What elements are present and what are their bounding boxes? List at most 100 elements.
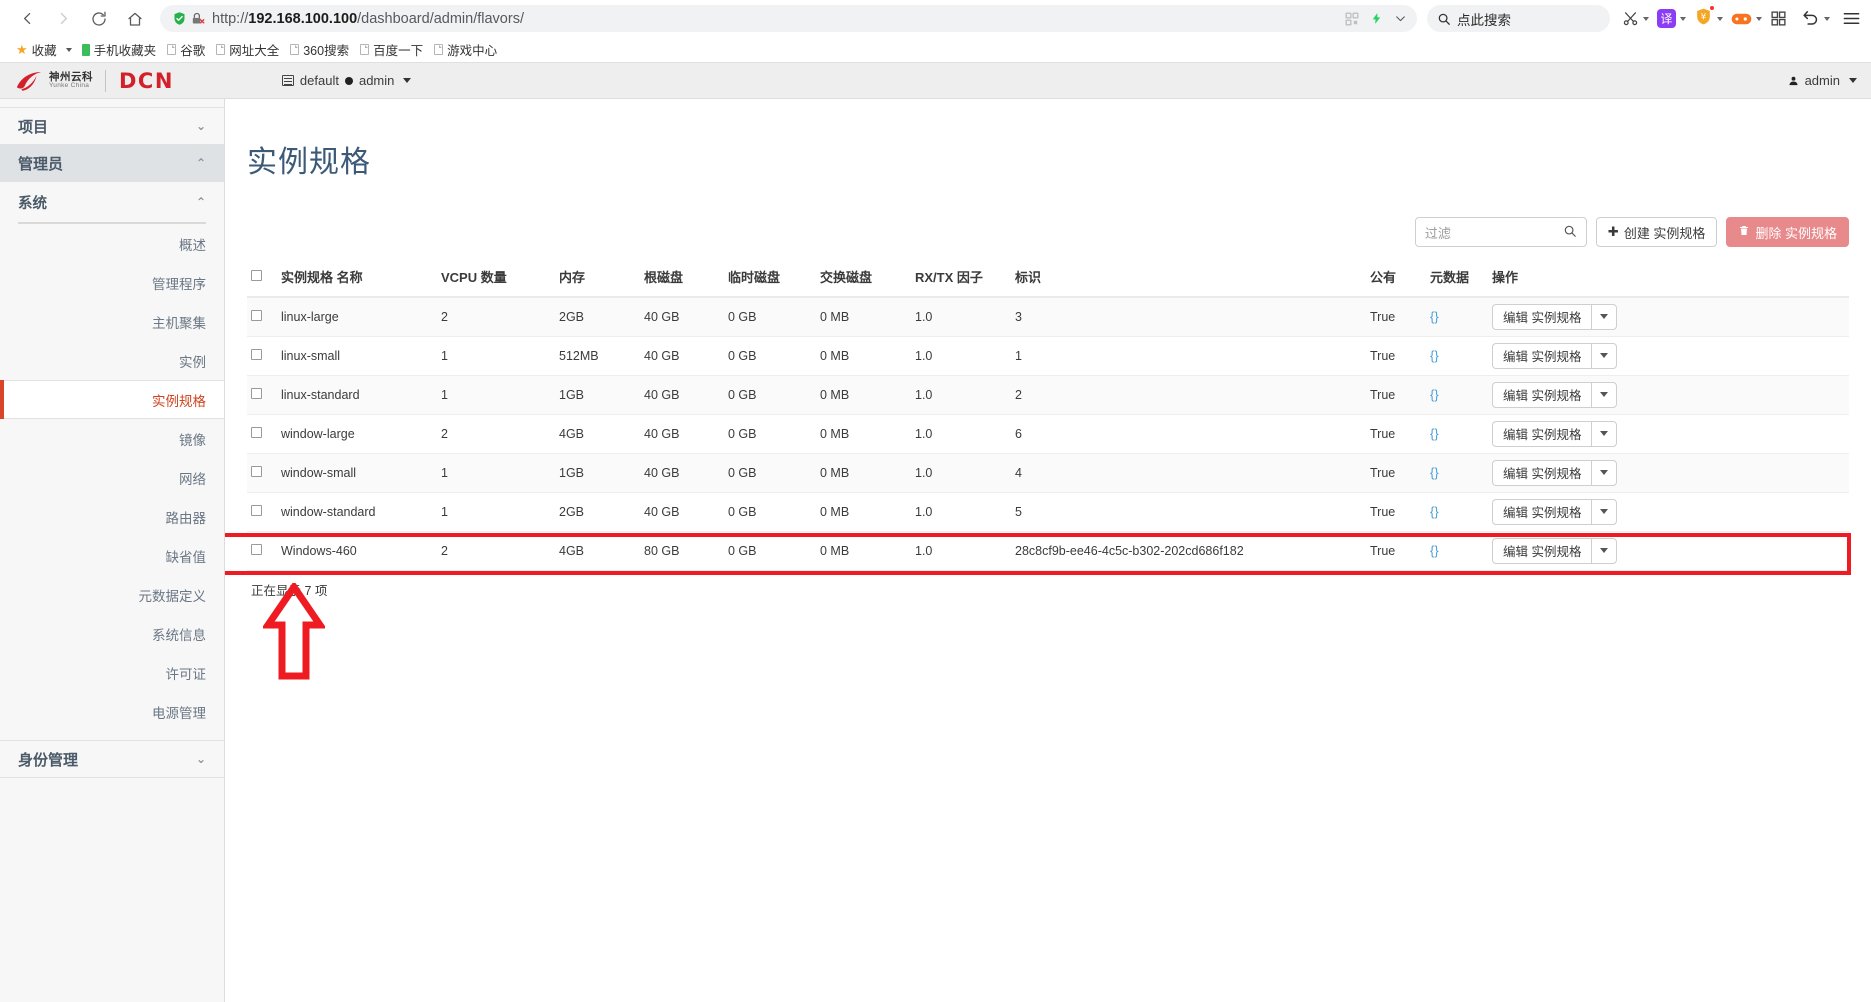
cell-metadata[interactable]: {}	[1426, 492, 1488, 532]
cell-metadata[interactable]: {}	[1426, 297, 1488, 337]
table-row[interactable]: linux-large 2 2GB 40 GB 0 GB 0 MB 1.0 3 …	[247, 297, 1850, 337]
row-actions-dropdown-button[interactable]	[1591, 303, 1618, 330]
column-header-name[interactable]: 实例规格 名称	[277, 259, 437, 299]
chevron-down-icon[interactable]	[65, 47, 72, 52]
game-extension[interactable]	[1725, 4, 1764, 34]
sidebar-group-identity[interactable]: 身份管理 ⌄	[0, 740, 224, 778]
edit-flavor-button[interactable]: 编辑 实例规格	[1492, 342, 1592, 369]
translate-extension[interactable]: 译	[1651, 4, 1688, 34]
row-checkbox[interactable]	[251, 309, 262, 321]
home-button[interactable]	[118, 4, 152, 34]
forward-button[interactable]	[46, 4, 80, 34]
row-actions-dropdown-button[interactable]	[1591, 381, 1618, 408]
apps-grid-button[interactable]	[1764, 4, 1795, 34]
column-header-id[interactable]: 标识	[1011, 259, 1366, 299]
sidebar-group-project[interactable]: 项目 ⌄	[0, 107, 224, 145]
sidebar-item-overview[interactable]: 概述	[0, 224, 224, 263]
table-row[interactable]: window-small 1 1GB 40 GB 0 GB 0 MB 1.0 4…	[247, 453, 1850, 493]
sidebar-item-system-information[interactable]: 系统信息	[0, 614, 224, 653]
create-flavor-button[interactable]: ✚ 创建 实例规格	[1595, 217, 1718, 248]
select-all-checkbox[interactable]	[251, 270, 262, 282]
edit-flavor-button[interactable]: 编辑 实例规格	[1492, 420, 1592, 447]
table-row[interactable]: window-large 2 4GB 40 GB 0 GB 0 MB 1.0 6…	[247, 414, 1850, 454]
user-menu[interactable]: admin	[1788, 73, 1857, 88]
address-bar[interactable]: http://192.168.100.100/dashboard/admin/f…	[160, 5, 1417, 32]
column-header-root-disk[interactable]: 根磁盘	[640, 259, 724, 299]
column-header-ephemeral-disk[interactable]: 临时磁盘	[724, 259, 816, 299]
bookmark-baidu[interactable]: 百度一下	[356, 38, 430, 61]
table-row-highlighted[interactable]: Windows-460 2 4GB 80 GB 0 GB 0 MB 1.0 28…	[247, 531, 1850, 571]
table-row[interactable]: window-standard 1 2GB 40 GB 0 GB 0 MB 1.…	[247, 492, 1850, 532]
metadata-link[interactable]: {}	[1430, 309, 1439, 324]
row-checkbox[interactable]	[251, 387, 262, 399]
qr-code-icon[interactable]	[1345, 11, 1359, 26]
lightning-bolt-icon[interactable]	[1370, 11, 1383, 26]
bookmark-web-directory[interactable]: 网址大全	[212, 38, 286, 61]
sidebar-item-instances[interactable]: 实例	[0, 341, 224, 380]
metadata-link[interactable]: {}	[1430, 348, 1439, 363]
search-input[interactable]: 点此搜索	[1427, 5, 1610, 32]
chevron-down-icon[interactable]	[1643, 16, 1649, 21]
chevron-down-icon[interactable]	[1849, 78, 1857, 83]
browser-menu-button[interactable]	[1832, 4, 1861, 34]
metadata-link[interactable]: {}	[1430, 426, 1439, 441]
filter-input[interactable]: 过滤	[1414, 217, 1587, 248]
chevron-down-icon[interactable]	[403, 78, 412, 83]
column-header-public[interactable]: 公有	[1366, 259, 1426, 299]
table-row[interactable]: linux-standard 1 1GB 40 GB 0 GB 0 MB 1.0…	[247, 375, 1850, 415]
row-checkbox[interactable]	[251, 426, 262, 438]
undo-button[interactable]	[1795, 4, 1832, 34]
row-checkbox[interactable]	[251, 465, 262, 477]
sidebar-item-host-aggregates[interactable]: 主机聚集	[0, 302, 224, 341]
sidebar-item-defaults[interactable]: 缺省值	[0, 536, 224, 575]
brand-logo[interactable]: 神州云科 Yunke China DCN	[14, 69, 174, 93]
sidebar-item-images[interactable]: 镜像	[0, 419, 224, 458]
chevron-down-icon[interactable]	[1824, 16, 1830, 21]
chevron-down-icon[interactable]	[1394, 12, 1407, 25]
row-checkbox[interactable]	[251, 504, 262, 516]
bookmark-360-search[interactable]: 360搜索	[286, 38, 356, 61]
reload-button[interactable]	[82, 4, 116, 34]
sidebar-item-flavors[interactable]: 实例规格	[0, 380, 224, 419]
row-actions-dropdown-button[interactable]	[1591, 420, 1618, 447]
context-switcher[interactable]: default admin	[281, 73, 412, 88]
scissors-extension[interactable]	[1616, 4, 1651, 34]
sidebar-item-license[interactable]: 许可证	[0, 653, 224, 692]
edit-flavor-button[interactable]: 编辑 实例规格	[1492, 381, 1592, 408]
metadata-link[interactable]: {}	[1430, 543, 1439, 558]
search-icon[interactable]	[1563, 224, 1577, 241]
row-actions-dropdown-button[interactable]	[1591, 342, 1618, 369]
sidebar-item-hypervisors[interactable]: 管理程序	[0, 263, 224, 302]
row-checkbox[interactable]	[251, 543, 262, 555]
edit-flavor-button[interactable]: 编辑 实例规格	[1492, 498, 1592, 525]
cell-metadata[interactable]: {}	[1426, 375, 1488, 415]
column-header-vcpu[interactable]: VCPU 数量	[437, 259, 555, 299]
chevron-down-icon[interactable]	[1756, 16, 1762, 21]
edit-flavor-button[interactable]: 编辑 实例规格	[1492, 537, 1592, 564]
sidebar-section-system[interactable]: 系统 ⌃	[0, 182, 224, 222]
sidebar-item-routers[interactable]: 路由器	[0, 497, 224, 536]
column-header-swap-disk[interactable]: 交换磁盘	[816, 259, 911, 299]
chevron-down-icon[interactable]	[1680, 16, 1686, 21]
column-header-memory[interactable]: 内存	[555, 259, 640, 299]
column-header-metadata[interactable]: 元数据	[1426, 259, 1488, 299]
bookmark-game-center[interactable]: 游戏中心	[430, 38, 504, 61]
bookmark-phone-favorites[interactable]: 手机收藏夹	[78, 38, 164, 61]
back-button[interactable]	[10, 4, 44, 34]
row-checkbox[interactable]	[251, 348, 262, 360]
metadata-link[interactable]: {}	[1430, 387, 1439, 402]
chevron-down-icon[interactable]	[1717, 16, 1723, 21]
cell-metadata[interactable]: {}	[1426, 414, 1488, 454]
sidebar-group-admin[interactable]: 管理员 ⌃	[0, 144, 224, 182]
edit-flavor-button[interactable]: 编辑 实例规格	[1492, 303, 1592, 330]
edit-flavor-button[interactable]: 编辑 实例规格	[1492, 459, 1592, 486]
row-actions-dropdown-button[interactable]	[1591, 459, 1618, 486]
table-row[interactable]: linux-small 1 512MB 40 GB 0 GB 0 MB 1.0 …	[247, 336, 1850, 376]
cell-metadata[interactable]: {}	[1426, 531, 1488, 571]
bookmark-google[interactable]: 谷歌	[163, 38, 212, 61]
cell-metadata[interactable]: {}	[1426, 336, 1488, 376]
metadata-link[interactable]: {}	[1430, 465, 1439, 480]
cell-metadata[interactable]: {}	[1426, 453, 1488, 493]
row-actions-dropdown-button[interactable]	[1591, 498, 1618, 525]
metadata-link[interactable]: {}	[1430, 504, 1439, 519]
